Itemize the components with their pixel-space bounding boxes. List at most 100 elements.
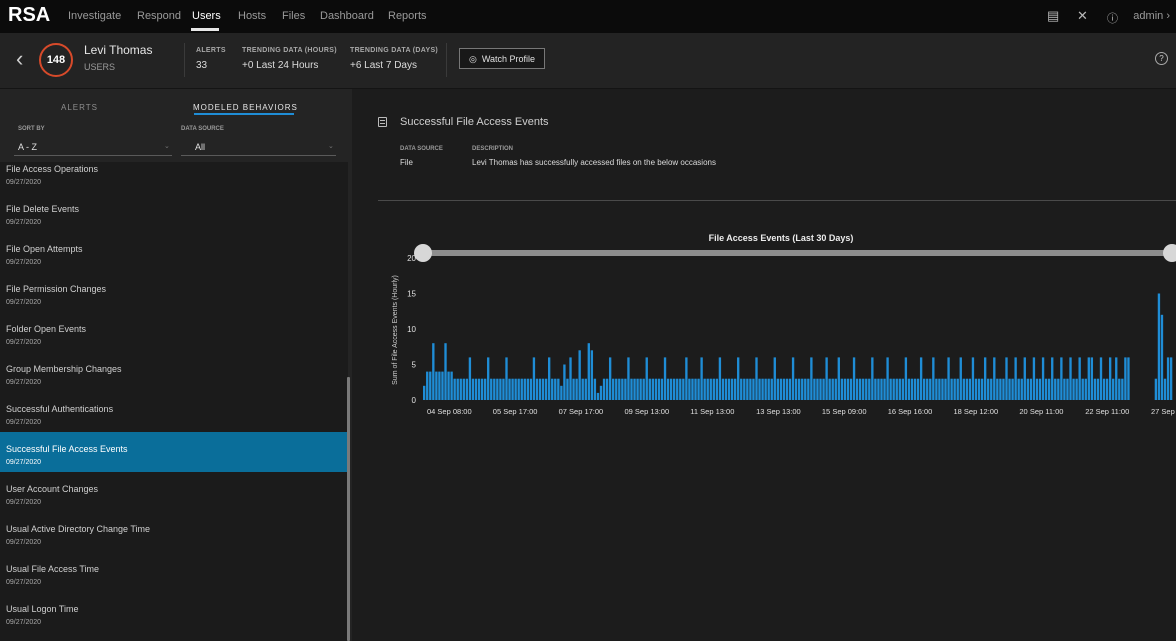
x-tick-label: 05 Sep 17:00 <box>493 407 538 416</box>
bar <box>423 385 426 400</box>
bar <box>535 378 539 400</box>
bar <box>953 378 956 400</box>
bar <box>877 378 880 400</box>
watch-profile-button[interactable]: ◎ Watch Profile <box>459 48 545 69</box>
trend-days-value: +6 Last 7 Days <box>350 60 417 71</box>
sort-by-select[interactable]: A - Z <box>18 142 37 152</box>
bar <box>548 357 551 400</box>
list-item[interactable]: File Permission Changes 09/27/2020 <box>0 272 348 312</box>
help-icon[interactable]: ? <box>1155 52 1168 65</box>
list-item-selected[interactable]: Successful File Access Events 09/27/2020 <box>0 432 348 472</box>
bar <box>849 378 853 400</box>
bar <box>520 378 523 400</box>
bar <box>1057 378 1060 400</box>
nav-dashboard[interactable]: Dashboard <box>320 10 374 22</box>
nav-users[interactable]: Users <box>192 10 221 22</box>
notes-icon[interactable]: ▤ <box>1047 8 1059 24</box>
list-item[interactable]: User Account Changes 09/27/2020 <box>0 472 348 512</box>
chevron-down-icon[interactable]: ⌄ <box>164 142 170 150</box>
nav-hosts[interactable]: Hosts <box>238 10 266 22</box>
bar <box>544 378 548 400</box>
range-slider-end-handle[interactable] <box>1163 244 1176 262</box>
y-tick-label: 0 <box>412 396 417 405</box>
x-tick-label: 13 Sep 13:00 <box>756 407 801 416</box>
bar <box>1060 357 1063 400</box>
behavior-list: File Access Operations 09/27/2020 File De… <box>0 162 348 641</box>
nav-reports[interactable]: Reports <box>388 10 427 22</box>
bar <box>691 378 694 400</box>
bar <box>483 378 487 400</box>
list-item[interactable]: Usual Logon Time 09/27/2020 <box>0 592 348 632</box>
chevron-down-icon[interactable]: ⌄ <box>328 142 334 150</box>
bar <box>916 378 920 400</box>
bar <box>621 378 624 400</box>
list-item[interactable]: Folder Open Events 09/27/2020 <box>0 312 348 352</box>
behavior-title: File Permission Changes <box>6 284 107 294</box>
bar <box>697 378 700 400</box>
bar <box>1118 378 1121 400</box>
bar <box>599 385 603 400</box>
bar <box>563 364 566 400</box>
list-item[interactable]: File Delete Events 09/27/2020 <box>0 192 348 232</box>
bar <box>1105 378 1109 400</box>
back-arrow-icon[interactable]: ‹ <box>16 46 23 72</box>
data-source-select[interactable]: All <box>195 142 205 152</box>
list-item[interactable]: Group Membership Changes 09/27/2020 <box>0 352 348 392</box>
bar <box>767 378 770 400</box>
tools-icon[interactable]: ✕ <box>1077 8 1088 24</box>
bar <box>755 357 758 400</box>
user-menu[interactable]: admin › <box>1133 10 1170 22</box>
behavior-title: User Account Changes <box>6 484 99 494</box>
bar <box>956 378 959 400</box>
bar <box>709 378 712 400</box>
bar <box>874 378 877 400</box>
bar <box>743 378 746 400</box>
bar <box>1072 378 1075 400</box>
list-item[interactable]: Usual Active Directory Change Time 09/27/… <box>0 512 348 552</box>
list-item[interactable]: File Open Attempts 09/27/2020 <box>0 232 348 272</box>
bar <box>1081 378 1084 400</box>
help-icon[interactable]: ⓘ <box>1107 10 1118 26</box>
bar <box>703 378 706 400</box>
bar <box>1121 378 1124 400</box>
bar <box>1038 378 1042 400</box>
bar <box>685 357 688 400</box>
bar <box>718 357 722 400</box>
bar <box>773 357 776 400</box>
nav-investigate[interactable]: Investigate <box>68 10 121 22</box>
bar <box>532 357 536 400</box>
bar <box>712 378 715 400</box>
tab-modeled-behaviors[interactable]: MODELED BEHAVIORS <box>193 103 298 112</box>
bar <box>1078 357 1081 400</box>
bar <box>517 378 520 400</box>
bar <box>1002 378 1005 400</box>
bar <box>871 357 874 400</box>
bar <box>572 378 575 400</box>
bar <box>1069 357 1072 400</box>
bar <box>596 392 600 400</box>
bar <box>676 378 679 400</box>
bar <box>749 378 752 400</box>
range-slider-start-handle[interactable] <box>414 244 432 262</box>
bar <box>1096 378 1100 400</box>
tab-alerts[interactable]: ALERTS <box>61 103 98 112</box>
bar <box>1054 378 1057 400</box>
bar <box>593 378 597 400</box>
nav-files[interactable]: Files <box>282 10 305 22</box>
range-slider-track[interactable] <box>422 250 1176 256</box>
list-item[interactable]: Successful Authentications 09/27/2020 <box>0 392 348 432</box>
list-scrollbar[interactable] <box>347 377 350 641</box>
behavior-title: File Open Attempts <box>6 244 83 254</box>
bar <box>471 378 475 400</box>
bar <box>965 378 969 400</box>
nav-respond[interactable]: Respond <box>137 10 181 22</box>
y-axis-ticks: 0 5 10 15 20 <box>407 254 416 405</box>
data-source-value: File <box>400 158 413 167</box>
bar <box>1023 357 1026 400</box>
list-item[interactable]: File Access Operations 09/27/2020 <box>0 162 348 192</box>
list-item[interactable]: Usual File Access Time 09/27/2020 <box>0 552 348 592</box>
bar <box>855 378 859 400</box>
bar <box>633 378 636 400</box>
document-icon <box>378 117 387 127</box>
bar <box>645 357 648 400</box>
